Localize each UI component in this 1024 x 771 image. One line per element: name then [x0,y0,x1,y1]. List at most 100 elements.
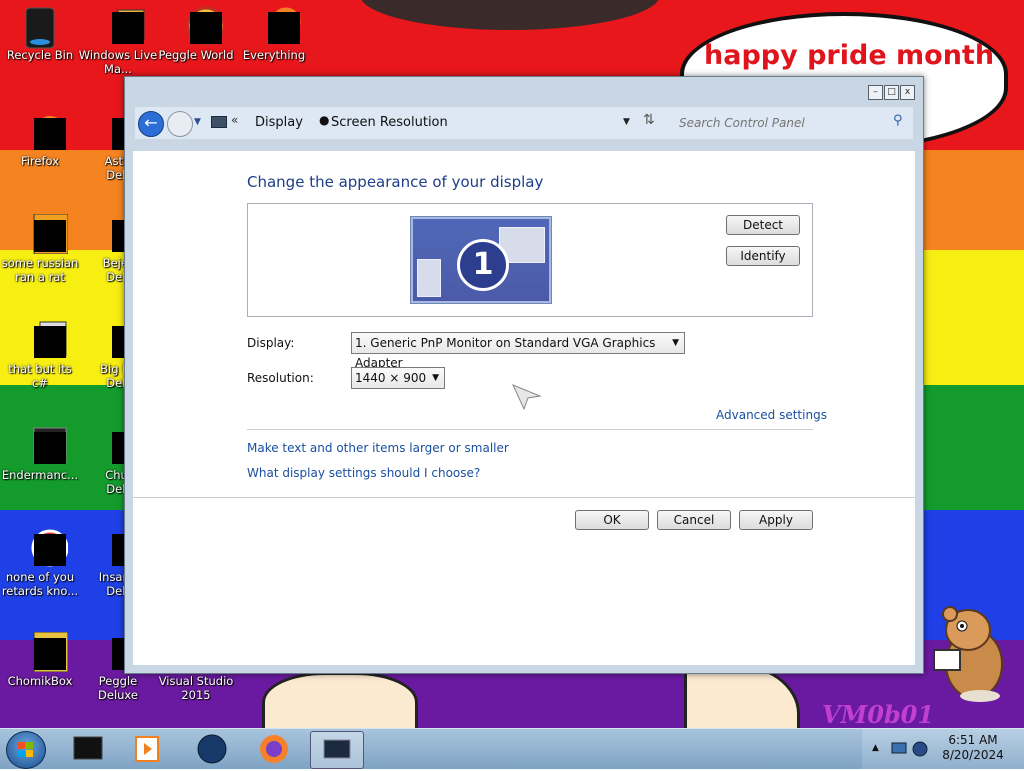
divider [133,497,915,498]
monitor-preview[interactable]: 1 [410,216,552,304]
redacted-block [34,638,66,670]
forward-arrow-icon[interactable] [167,111,193,137]
monitor-number-badge: 1 [457,239,509,291]
clock-date: 8/20/2024 [942,748,1004,762]
taskbar: ▲ 6:51 AM 8/20/2024 [0,728,1024,769]
desktop-icon-that-but-its-csharp[interactable]: that but its c# [0,320,80,390]
close-button[interactable]: x [900,85,915,100]
maximize-button[interactable]: □ [884,85,899,100]
start-button[interactable] [6,731,46,769]
clock[interactable]: 6:51 AM 8/20/2024 [934,733,1012,763]
app-icon [20,213,69,255]
recent-pages-dropdown-icon[interactable]: ▼ [194,117,201,127]
desktop-icon-windows-live[interactable]: Windows Live Ma... [78,6,158,76]
cancel-button[interactable]: Cancel [657,510,731,530]
breadcrumb-overflow-icon[interactable]: « [231,113,238,127]
taskbar-app-media-player[interactable] [122,731,174,767]
desktop-icon-label: ChomikBox [7,674,73,688]
desktop-icon-label: Windows Live Ma... [78,48,158,76]
redacted-block [112,12,144,44]
windows-logo-icon [18,742,33,757]
desktop-icon-chomikbox[interactable]: ChomikBox [0,631,80,688]
desktop-icon-label: some russian ran a rat [1,256,79,284]
desktop-icon-label: none of you retards kno... [1,570,79,598]
resolution-select-value: 1440 × 900 [355,371,427,385]
back-arrow-icon[interactable]: ← [138,111,164,137]
address-bar: ← ▼ « Display ● Screen Resolution ▼ ⇅ ⚲ [135,107,913,139]
redacted-block [34,534,66,566]
terminal-icon [20,426,67,466]
desktop-icon-none-of-you[interactable]: none of you retards kno... [0,528,80,598]
everything-search-icon [254,6,301,46]
desktop-icon-endermanc[interactable]: Endermanc... [0,426,80,482]
display-select[interactable]: 1. Generic PnP Monitor on Standard VGA G… [351,332,685,370]
refresh-icon[interactable]: ⇅ [643,112,655,128]
firefox-icon [20,112,66,152]
chevron-down-icon: ▼ [672,338,679,348]
redacted-block [34,220,66,252]
desktop-icon-label: Peggle World [158,48,234,62]
wallpaper-watermark: VM0b01 [822,700,935,729]
show-hidden-icons-icon[interactable]: ▲ [872,743,879,753]
search-icon[interactable]: ⚲ [893,113,903,128]
desktop-icon-label: Firefox [20,154,60,168]
network-icon[interactable] [890,739,930,759]
redacted-block [34,432,66,464]
media-player-icon [135,736,159,762]
address-dropdown-icon[interactable]: ▼ [623,117,630,127]
redacted-block [190,12,222,44]
desktop-icon-label: Endermanc... [1,468,79,482]
screen-resolution-window: – □ x ← ▼ « Display ● Screen Resolution … [124,76,924,674]
display-settings-icon [323,739,351,759]
identify-button[interactable]: Identify [726,246,800,266]
breadcrumb-separator-icon[interactable]: ● [319,113,329,127]
desktop-icon-peggle-world[interactable]: Peggle World [156,6,236,62]
desktop-icon-some-russian[interactable]: some russian ran a rat [0,213,80,284]
taskbar-app-firefox[interactable] [248,731,300,767]
folder-stack-icon [20,320,67,360]
advanced-settings-link[interactable]: Advanced settings [716,408,827,422]
speech-bubble-text: happy pride month [704,40,995,71]
text-size-link[interactable]: Make text and other items larger or smal… [247,441,509,455]
desktop-icon-recycle-bin[interactable]: Recycle Bin [0,6,80,62]
peggle-world-icon [176,6,226,46]
minimize-button[interactable]: – [868,85,883,100]
taskbar-app-display-settings[interactable] [310,731,364,769]
chomikbox-icon [20,631,69,673]
windows-live-icon [98,6,145,46]
redacted-block [34,326,66,358]
taskbar-app-explorer[interactable] [186,731,238,767]
redacted-block [268,12,300,44]
redacted-block [34,118,66,150]
display-select-value: 1. Generic PnP Monitor on Standard VGA G… [355,336,656,370]
desktop-icon-label: Peggle Deluxe [98,674,138,702]
globe-icon [197,734,227,764]
window-controls: – □ x [868,85,915,100]
display-settings-help-link[interactable]: What display settings should I choose? [247,466,480,480]
apply-button[interactable]: Apply [739,510,813,530]
mouse-cursor-icon [512,384,542,410]
monitor-app-icon [73,736,103,760]
recycle-bin-icon [20,6,60,49]
detect-button[interactable]: Detect [726,215,800,235]
ok-button[interactable]: OK [575,510,649,530]
desktop-icon-firefox[interactable]: Firefox [0,112,80,168]
desktop-icon-label: Visual Studio 2015 [158,674,234,702]
app-icon [20,528,69,568]
page-heading: Change the appearance of your display [247,173,544,191]
taskbar-app-recycle[interactable] [62,731,114,767]
mini-window-icon [417,259,441,297]
breadcrumb-screen-resolution[interactable]: Screen Resolution [331,115,448,130]
clock-time: 6:51 AM [948,733,998,747]
display-preview-area: 1 Detect Identify [247,203,813,317]
control-panel-monitor-icon [211,116,227,128]
resolution-select[interactable]: 1440 × 900 ▼ [351,367,445,389]
display-label: Display: [247,336,295,350]
desktop-icon-everything[interactable]: Everything [234,6,314,62]
chevron-down-icon: ▼ [432,373,439,383]
search-input[interactable] [671,111,911,134]
desktop-icon-label: Everything [242,48,306,62]
breadcrumb-display[interactable]: Display [255,115,303,130]
divider [247,429,813,430]
hamster-icon [933,606,1003,702]
